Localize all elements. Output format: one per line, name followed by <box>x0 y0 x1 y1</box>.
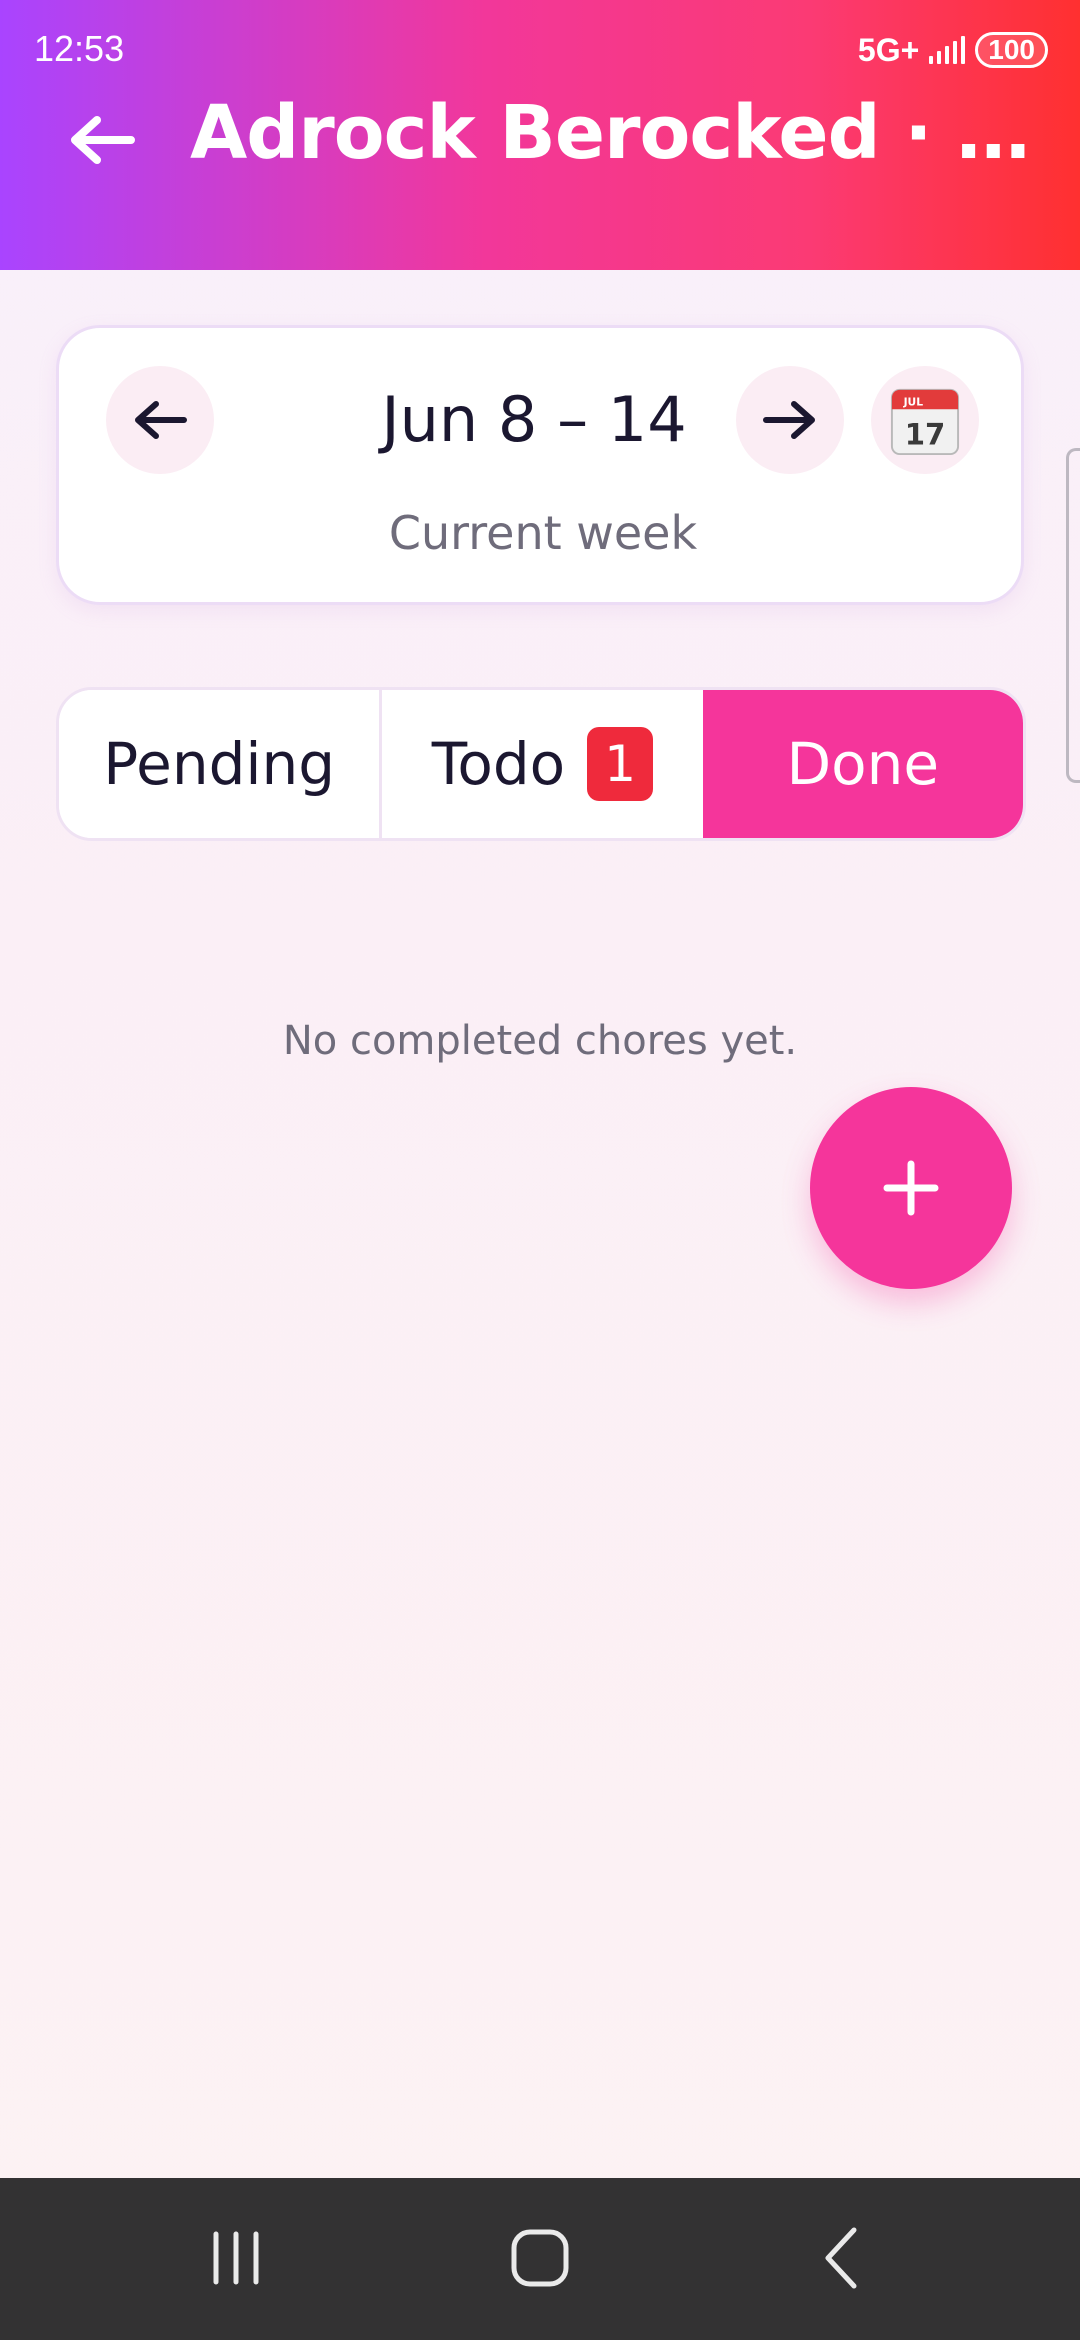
week-subtitle: Current week <box>388 506 698 560</box>
week-range: Jun 8 – 14 <box>381 383 687 456</box>
plus-icon <box>883 1160 939 1216</box>
chore-status-tabs: Pending Todo 1 Done <box>56 687 1026 841</box>
signal-icon <box>929 36 966 64</box>
empty-state-message: No completed chores yet. <box>282 1018 798 1064</box>
tab-done-label: Done <box>786 730 940 798</box>
add-chore-button[interactable] <box>810 1087 1012 1289</box>
page-title: Adrock Berocked · Cho... <box>190 90 1040 176</box>
network-indicator: 5G+ <box>857 31 920 68</box>
recents-button[interactable] <box>196 2218 276 2298</box>
back-chevron-icon <box>825 2227 857 2289</box>
tab-pending-label: Pending <box>103 730 336 798</box>
next-week-button[interactable] <box>736 366 844 474</box>
tab-pending[interactable]: Pending <box>59 690 380 838</box>
back-button[interactable] <box>62 100 142 180</box>
arrow-left-icon <box>135 401 187 439</box>
status-time: 12:53 <box>34 28 125 69</box>
home-button[interactable] <box>500 2218 580 2298</box>
todo-count-badge: 1 <box>587 727 654 801</box>
tab-todo-label: Todo <box>431 730 566 798</box>
previous-week-button[interactable] <box>106 366 214 474</box>
calendar-button[interactable]: JUL 17 <box>871 366 979 474</box>
tab-todo[interactable]: Todo 1 <box>379 690 703 838</box>
home-icon <box>511 2229 569 2287</box>
nav-back-button[interactable] <box>802 2218 882 2298</box>
system-nav-bar <box>0 2178 1080 2340</box>
calendar-icon-month: JUL <box>903 395 924 408</box>
arrow-right-icon <box>763 401 815 439</box>
calendar-icon-day: 17 <box>905 417 946 451</box>
edge-panel-handle[interactable] <box>1066 448 1080 783</box>
status-bar-right: 5G+ 100 <box>858 30 1048 70</box>
arrow-left-icon <box>71 116 135 164</box>
app-header: 12:53 5G+ 100 Adrock Berocked · Cho... <box>0 0 1080 270</box>
calendar-icon: JUL 17 <box>890 388 960 456</box>
tab-done[interactable]: Done <box>702 690 1023 838</box>
week-selector-card: Jun 8 – 14 JUL 17 Current week <box>56 325 1024 605</box>
battery-indicator: 100 <box>975 32 1048 68</box>
recents-icon <box>213 2231 259 2285</box>
